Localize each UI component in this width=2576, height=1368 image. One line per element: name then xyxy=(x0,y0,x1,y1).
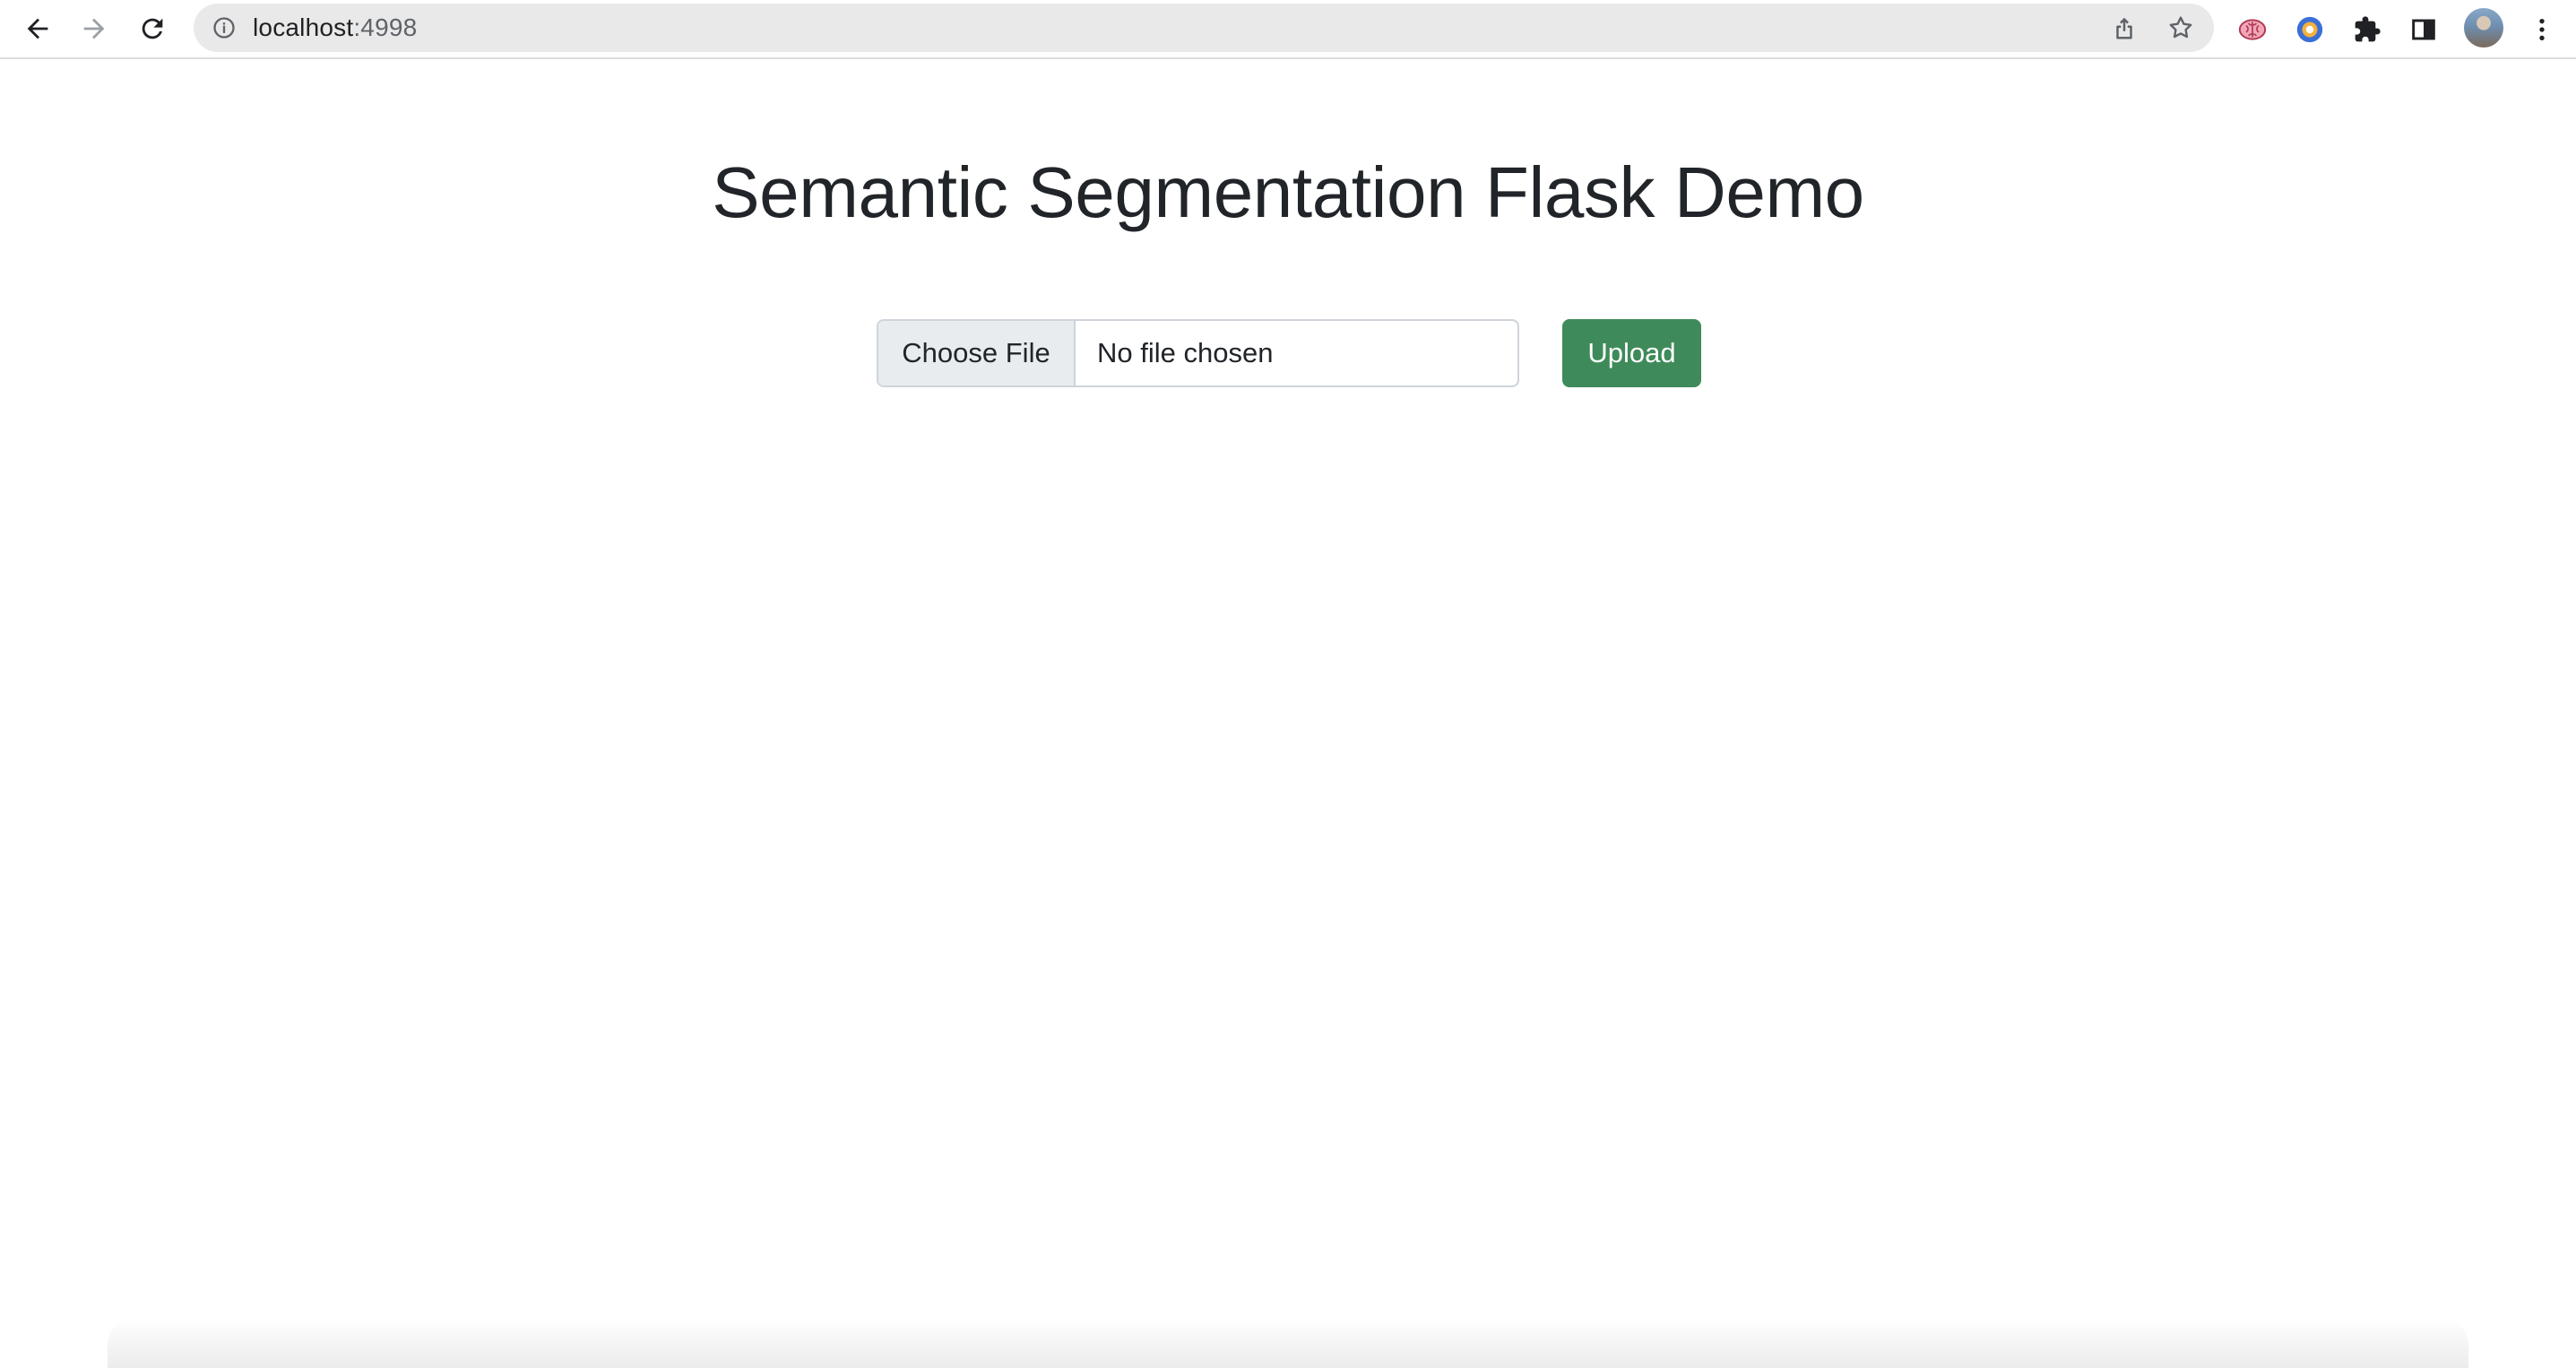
upload-button[interactable]: Upload xyxy=(1562,319,1701,387)
file-input[interactable]: Choose File No file chosen xyxy=(877,319,1519,387)
reload-icon xyxy=(142,18,163,39)
url-host: localhost xyxy=(253,13,354,41)
kebab-menu-icon[interactable] xyxy=(2523,11,2561,48)
side-panel-icon[interactable] xyxy=(2405,11,2442,48)
browser-toolbar: localhost:4998 xyxy=(0,0,2576,59)
arrow-left-icon xyxy=(27,18,48,39)
star-icon[interactable] xyxy=(2165,12,2197,44)
address-bar[interactable]: localhost:4998 xyxy=(194,4,2214,52)
page-title: Semantic Segmentation Flask Demo xyxy=(712,152,1864,232)
file-status-text: No file chosen xyxy=(1097,337,1274,368)
arrow-right-icon xyxy=(83,18,105,39)
brain-icon[interactable] xyxy=(2234,11,2271,48)
profile-avatar[interactable] xyxy=(2464,8,2503,48)
puzzle-icon[interactable] xyxy=(2348,11,2386,48)
back-button[interactable] xyxy=(16,7,59,50)
reload-button[interactable] xyxy=(131,7,174,50)
info-icon[interactable] xyxy=(210,13,238,42)
choose-file-button[interactable]: Choose File xyxy=(878,321,1076,385)
address-url[interactable]: localhost:4998 xyxy=(253,4,417,52)
forward-button[interactable] xyxy=(73,7,116,50)
share-icon[interactable] xyxy=(2108,12,2140,44)
url-port: :4998 xyxy=(353,13,418,41)
donut-icon[interactable] xyxy=(2291,11,2329,48)
window-bottom-shadow xyxy=(108,1318,2468,1368)
